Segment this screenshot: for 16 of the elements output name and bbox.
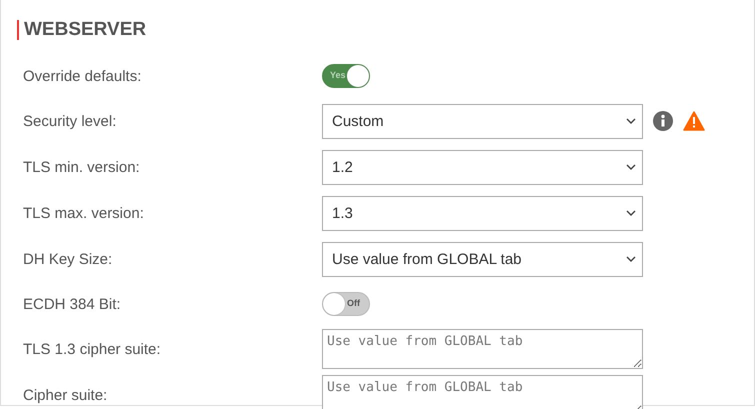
field-label: Cipher suite: <box>22 386 108 404</box>
dropdown[interactable]: Use value from GLOBAL tab <box>322 242 643 276</box>
field-label: TLS min. version: <box>22 158 141 176</box>
field-label: TLS 1.3 cipher suite: <box>22 340 162 358</box>
field-label: ECDH 384 Bit: <box>22 296 122 312</box>
text-area[interactable]: Use value from GLOBAL tab <box>322 375 643 409</box>
section-title: WEBSERVER <box>24 19 146 41</box>
toggle-switch[interactable]: Off <box>322 292 370 316</box>
dropdown[interactable]: 1.2 <box>322 150 643 184</box>
field-label: Override defaults: <box>22 68 142 84</box>
text-area[interactable]: Use value from GLOBAL tab <box>322 329 643 369</box>
dropdown[interactable]: Custom <box>322 104 643 138</box>
field-label: DH Key Size: <box>22 250 114 268</box>
field-label: Security level: <box>22 112 118 130</box>
dropdown[interactable]: 1.3 <box>322 196 643 230</box>
field-label: TLS max. version: <box>22 204 145 222</box>
